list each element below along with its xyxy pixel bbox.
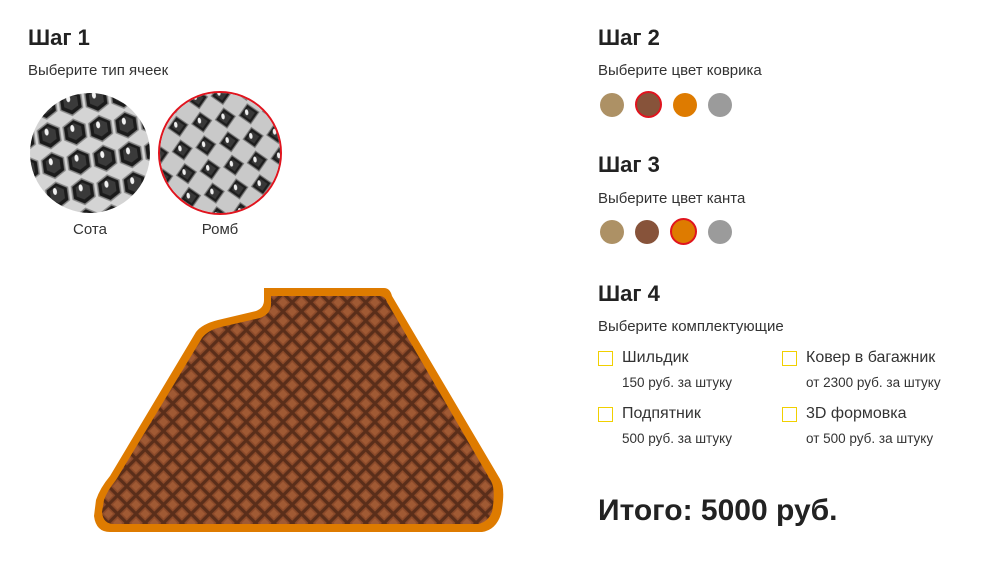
- edge-color-swatches: [600, 218, 732, 245]
- step4-title: Шаг 4: [598, 281, 660, 306]
- extra-name: Подпятник: [622, 405, 701, 422]
- mat-surface: [102, 296, 494, 524]
- edge-color-brown[interactable]: [635, 219, 659, 244]
- rhombus-pattern-image: [158, 91, 282, 215]
- extra-name: Шильдик: [622, 349, 689, 366]
- mat-color-brown[interactable]: [635, 91, 662, 118]
- trunk-mat-checkbox[interactable]: [782, 351, 797, 366]
- cell-type-rhombus[interactable]: Ромб: [158, 91, 282, 238]
- mat-color-orange[interactable]: [673, 92, 697, 117]
- total-price: Итого: 5000 руб.: [598, 494, 838, 527]
- step1-title: Шаг 1: [28, 25, 90, 50]
- step3-subtitle: Выберите цвет канта: [598, 190, 746, 207]
- mat-color-swatches: [600, 91, 732, 118]
- edge-color-grey[interactable]: [708, 219, 732, 244]
- mat-color-grey[interactable]: [708, 92, 732, 117]
- extra-price: от 2300 руб. за штуку: [806, 375, 941, 390]
- heel-pad-checkbox[interactable]: [598, 407, 613, 422]
- step3-title: Шаг 3: [598, 152, 660, 177]
- cell-type-label: Ромб: [201, 221, 239, 238]
- nameplate-checkbox[interactable]: [598, 351, 613, 366]
- extra-name: 3D формовка: [806, 405, 907, 422]
- extra-price: 500 руб. за штуку: [622, 431, 732, 446]
- extra-name: Ковер в багажник: [806, 349, 936, 366]
- step2-subtitle: Выберите цвет коврика: [598, 62, 762, 79]
- mat-color-beige[interactable]: [600, 92, 624, 117]
- 3d-molding-checkbox[interactable]: [782, 407, 797, 422]
- extra-price: 150 руб. за штуку: [622, 375, 732, 390]
- honeycomb-pattern-image: [28, 91, 152, 215]
- mat-preview-image: [90, 284, 510, 544]
- cell-type-label: Сота: [73, 221, 107, 238]
- step1-subtitle: Выберите тип ячеек: [28, 62, 169, 79]
- extra-price: от 500 руб. за штуку: [806, 431, 934, 446]
- step2-title: Шаг 2: [598, 25, 660, 50]
- step4-subtitle: Выберите комплектующие: [598, 318, 784, 335]
- edge-color-orange[interactable]: [670, 218, 697, 245]
- edge-color-beige[interactable]: [600, 219, 624, 244]
- cell-type-honeycomb[interactable]: Сота: [28, 91, 152, 238]
